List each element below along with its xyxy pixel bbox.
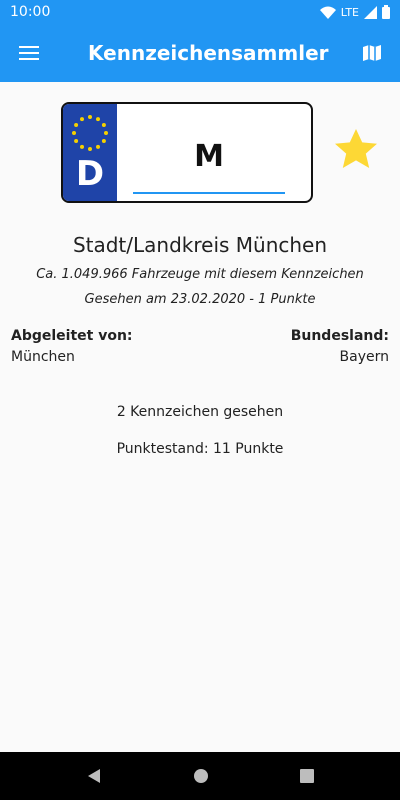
derived-label: Abgeleitet von:: [11, 328, 133, 344]
state-label: Bundesland:: [290, 328, 389, 344]
vehicle-count: Ca. 1.049.966 Fahrzeuge mit diesem Kennz…: [36, 267, 364, 282]
country-code: D: [75, 154, 105, 194]
map-button[interactable]: [344, 24, 400, 82]
status-bar: 10:00 LTE: [0, 0, 400, 24]
license-plate: D M: [61, 102, 313, 203]
status-time: 10:00: [10, 4, 51, 20]
eu-strip: D: [63, 104, 117, 201]
city-name: Stadt/Landkreis München: [72, 233, 328, 257]
menu-icon: [19, 46, 39, 60]
battery-icon: [382, 5, 390, 19]
eu-stars-icon: [72, 115, 108, 151]
navigation-bar: [0, 752, 400, 800]
plate-input[interactable]: M: [133, 122, 285, 194]
state-value: Bayern: [339, 349, 389, 365]
federal-state: Bundesland: Bayern: [291, 328, 389, 365]
signal-icon: [364, 5, 377, 19]
seen-count: 2 Kennzeichen gesehen: [116, 404, 284, 420]
status-icons: LTE: [319, 5, 390, 19]
menu-button[interactable]: [0, 24, 58, 82]
plate-text: M: [194, 139, 224, 174]
map-icon: [363, 45, 381, 61]
recents-icon[interactable]: [300, 769, 315, 783]
home-icon[interactable]: [193, 768, 209, 784]
app-title: Kennzeichensammler: [88, 41, 329, 65]
score: Punktestand: 11 Punkte: [116, 441, 284, 457]
plate-input-underline: [133, 192, 285, 194]
back-icon[interactable]: [86, 768, 102, 784]
wifi-icon: [319, 6, 336, 19]
derived-from: Abgeleitet von: München: [11, 328, 133, 365]
derived-value: München: [11, 349, 75, 365]
app-bar: Kennzeichensammler: [0, 24, 400, 82]
network-type: LTE: [340, 5, 359, 19]
star-icon[interactable]: [332, 126, 380, 174]
seen-date: Gesehen am 23.02.2020 - 1 Punkte: [84, 292, 316, 307]
